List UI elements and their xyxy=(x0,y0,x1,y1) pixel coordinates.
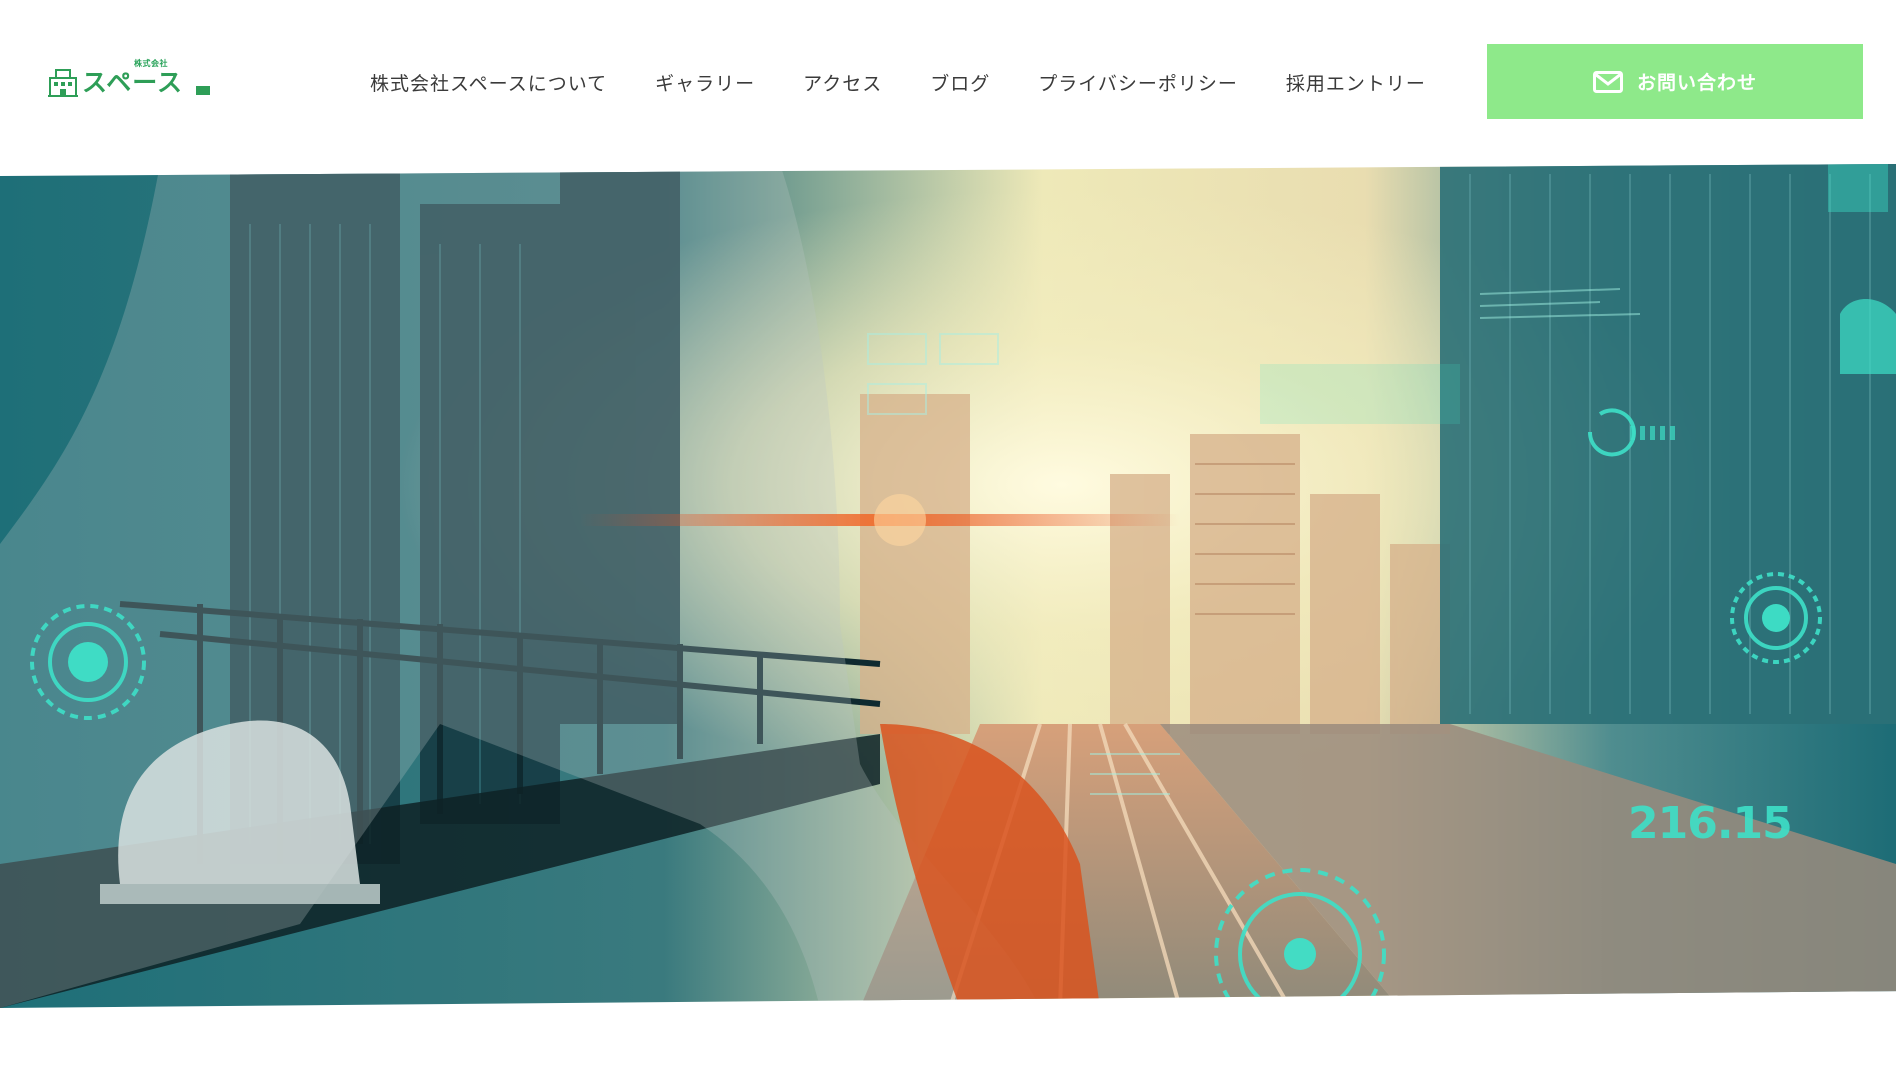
hero-image xyxy=(0,164,1896,1008)
site-logo[interactable]: 株式会社 スペース xyxy=(48,56,210,102)
nav-item-access[interactable]: アクセス xyxy=(803,69,882,96)
contact-button[interactable]: お問い合わせ xyxy=(1487,44,1863,119)
main-nav: 株式会社スペースについて ギャラリー アクセス ブログ プライバシーポリシー 採… xyxy=(370,60,1426,104)
nav-item-blog[interactable]: ブログ xyxy=(930,69,990,96)
nav-item-about[interactable]: 株式会社スペースについて xyxy=(370,69,607,96)
hero-banner: 216.15 xyxy=(0,164,1896,1008)
mail-icon xyxy=(1592,70,1623,93)
nav-item-privacy-policy[interactable]: プライバシーポリシー xyxy=(1038,69,1238,96)
nav-item-gallery[interactable]: ギャラリー xyxy=(655,69,755,96)
page: 株式会社 スペース 株式会社スペースについて ギャラリー アクセス ブログ プラ… xyxy=(0,0,1896,1079)
hud-value-readout: 216.15 xyxy=(1628,798,1793,849)
site-header: 株式会社 スペース 株式会社スペースについて ギャラリー アクセス ブログ プラ… xyxy=(0,0,1896,165)
nav-item-recruit-entry[interactable]: 採用エントリー xyxy=(1286,69,1426,96)
logo-tag xyxy=(196,86,210,95)
building-icon xyxy=(48,69,78,97)
contact-button-label: お問い合わせ xyxy=(1636,72,1757,94)
logo-name: スペース xyxy=(82,68,184,97)
